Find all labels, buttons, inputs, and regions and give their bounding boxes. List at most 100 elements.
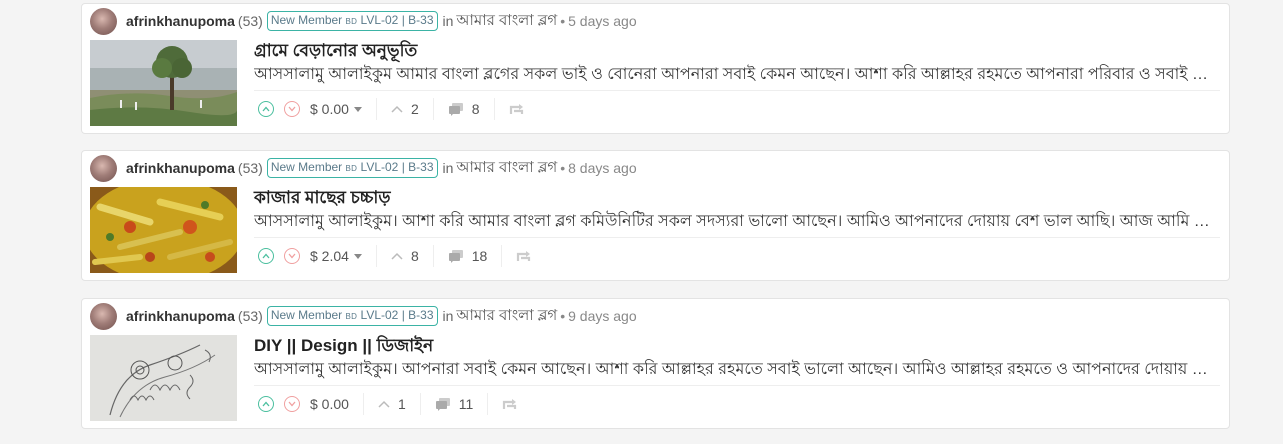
downvote-button[interactable] — [284, 101, 300, 117]
payout-dropdown[interactable]: $ 0.00 — [310, 101, 362, 117]
post-time[interactable]: 8 days ago — [568, 160, 637, 176]
community-link[interactable]: আমার বাংলা ব্লগ — [456, 156, 557, 181]
post-time[interactable]: 5 days ago — [568, 13, 637, 29]
divider — [362, 393, 364, 415]
chevron-up-icon — [391, 252, 403, 260]
post-card: afrinkhanupoma (53) New Member BD LVL-02… — [81, 150, 1230, 281]
divider — [375, 245, 377, 267]
vote-count[interactable]: 2 — [391, 101, 419, 117]
post-thumbnail[interactable] — [90, 335, 237, 421]
divider — [254, 90, 1220, 91]
badge-prefix: New Member — [270, 160, 346, 174]
chevron-up-icon — [262, 401, 270, 407]
author-name[interactable]: afrinkhanupoma — [126, 308, 235, 324]
upvote-button[interactable] — [258, 101, 274, 117]
payout-value: $ 0.00 — [310, 101, 349, 117]
divider — [254, 385, 1220, 386]
badge-suffix: LVL-02 | B-33 — [357, 160, 434, 174]
in-label: in — [442, 160, 454, 176]
post-thumbnail[interactable] — [90, 40, 237, 126]
reblog-icon — [517, 251, 531, 261]
divider — [501, 245, 503, 267]
post-feed: afrinkhanupoma (53) New Member BD LVL-02… — [0, 0, 1283, 444]
badge-suffix: LVL-02 | B-33 — [357, 13, 434, 27]
reply-count[interactable]: 8 — [448, 101, 480, 117]
divider — [419, 393, 421, 415]
author-name[interactable]: afrinkhanupoma — [126, 13, 235, 29]
post-footer: $ 0.00 2 8 — [258, 98, 525, 120]
post-excerpt[interactable]: আসসালামু আলাইকুম। আশা করি আমার বাংলা ব্ল… — [254, 208, 1216, 235]
separator-bullet: • — [560, 160, 566, 176]
reply-count[interactable]: 11 — [435, 396, 474, 412]
post-time[interactable]: 9 days ago — [568, 308, 637, 324]
reblog-button[interactable] — [516, 250, 532, 262]
beach-tree-photo — [90, 40, 237, 126]
comments-icon — [435, 398, 450, 411]
vote-count-value: 1 — [397, 396, 406, 412]
divider — [432, 245, 434, 267]
post-thumbnail[interactable] — [90, 187, 237, 273]
payout-dropdown[interactable]: $ 2.04 — [310, 248, 362, 264]
upvote-button[interactable] — [258, 396, 274, 412]
payout-value-container[interactable]: $ 0.00 — [310, 396, 349, 412]
badge-country: BD — [345, 164, 358, 173]
vote-count-value: 8 — [410, 248, 419, 264]
upvote-button[interactable] — [258, 248, 274, 264]
badge-suffix: LVL-02 | B-33 — [357, 308, 434, 322]
reply-count[interactable]: 18 — [448, 248, 488, 264]
vote-count-value: 2 — [410, 101, 419, 117]
separator-bullet: • — [560, 308, 566, 324]
divider — [487, 393, 489, 415]
reblog-icon — [503, 399, 517, 409]
post-excerpt[interactable]: আসসালামু আলাইকুম আমার বাংলা ব্লগের সকল ভ… — [254, 61, 1216, 88]
chevron-up-icon — [391, 105, 403, 113]
badge-prefix: New Member — [270, 13, 346, 27]
reply-count-value: 18 — [471, 248, 488, 264]
post-header: afrinkhanupoma (53) New Member BD LVL-02… — [90, 6, 637, 36]
divider — [375, 98, 377, 120]
badge-prefix: New Member — [270, 308, 346, 322]
avatar[interactable] — [90, 302, 117, 330]
in-label: in — [442, 13, 454, 29]
badge-country: BD — [345, 312, 358, 321]
reply-count-value: 11 — [458, 396, 474, 412]
post-footer: $ 2.04 8 18 — [258, 245, 532, 267]
member-badge: New Member BD LVL-02 | B-33 — [266, 158, 438, 178]
chevron-down-icon — [288, 401, 296, 407]
chevron-down-icon — [288, 253, 296, 259]
vote-count[interactable]: 1 — [378, 396, 406, 412]
community-link[interactable]: আমার বাংলা ব্লগ — [456, 9, 557, 34]
member-badge: New Member BD LVL-02 | B-33 — [266, 11, 438, 31]
post-card: afrinkhanupoma (53) New Member BD LVL-02… — [81, 3, 1230, 134]
post-excerpt[interactable]: আসসালামু আলাইকুম। আপনারা সবাই কেমন আছেন।… — [254, 356, 1216, 383]
separator-bullet: • — [560, 13, 566, 29]
author-reputation: (53) — [237, 308, 263, 324]
chevron-down-icon — [288, 106, 296, 112]
chevron-up-icon — [262, 253, 270, 259]
author-reputation: (53) — [237, 160, 263, 176]
downvote-button[interactable] — [284, 396, 300, 412]
chevron-up-icon — [262, 106, 270, 112]
reblog-icon — [509, 104, 523, 114]
downvote-button[interactable] — [284, 248, 300, 264]
author-reputation: (53) — [237, 13, 263, 29]
avatar[interactable] — [90, 154, 117, 182]
vote-count[interactable]: 8 — [391, 248, 419, 264]
comments-icon — [448, 250, 463, 263]
reblog-button[interactable] — [509, 103, 525, 115]
payout-value: $ 2.04 — [310, 248, 349, 264]
post-header: afrinkhanupoma (53) New Member BD LVL-02… — [90, 153, 637, 183]
payout-value: $ 0.00 — [310, 396, 349, 412]
post-card: afrinkhanupoma (53) New Member BD LVL-02… — [81, 298, 1230, 429]
community-link[interactable]: আমার বাংলা ব্লগ — [456, 304, 557, 329]
badge-country: BD — [345, 17, 358, 26]
avatar[interactable] — [90, 7, 117, 35]
divider — [493, 98, 495, 120]
chevron-up-icon — [378, 400, 390, 408]
author-name[interactable]: afrinkhanupoma — [126, 160, 235, 176]
post-header: afrinkhanupoma (53) New Member BD LVL-02… — [90, 301, 637, 331]
mehndi-design-drawing-photo — [90, 335, 237, 421]
fish-curry-photo — [90, 187, 237, 273]
reblog-button[interactable] — [502, 398, 518, 410]
in-label: in — [442, 308, 454, 324]
